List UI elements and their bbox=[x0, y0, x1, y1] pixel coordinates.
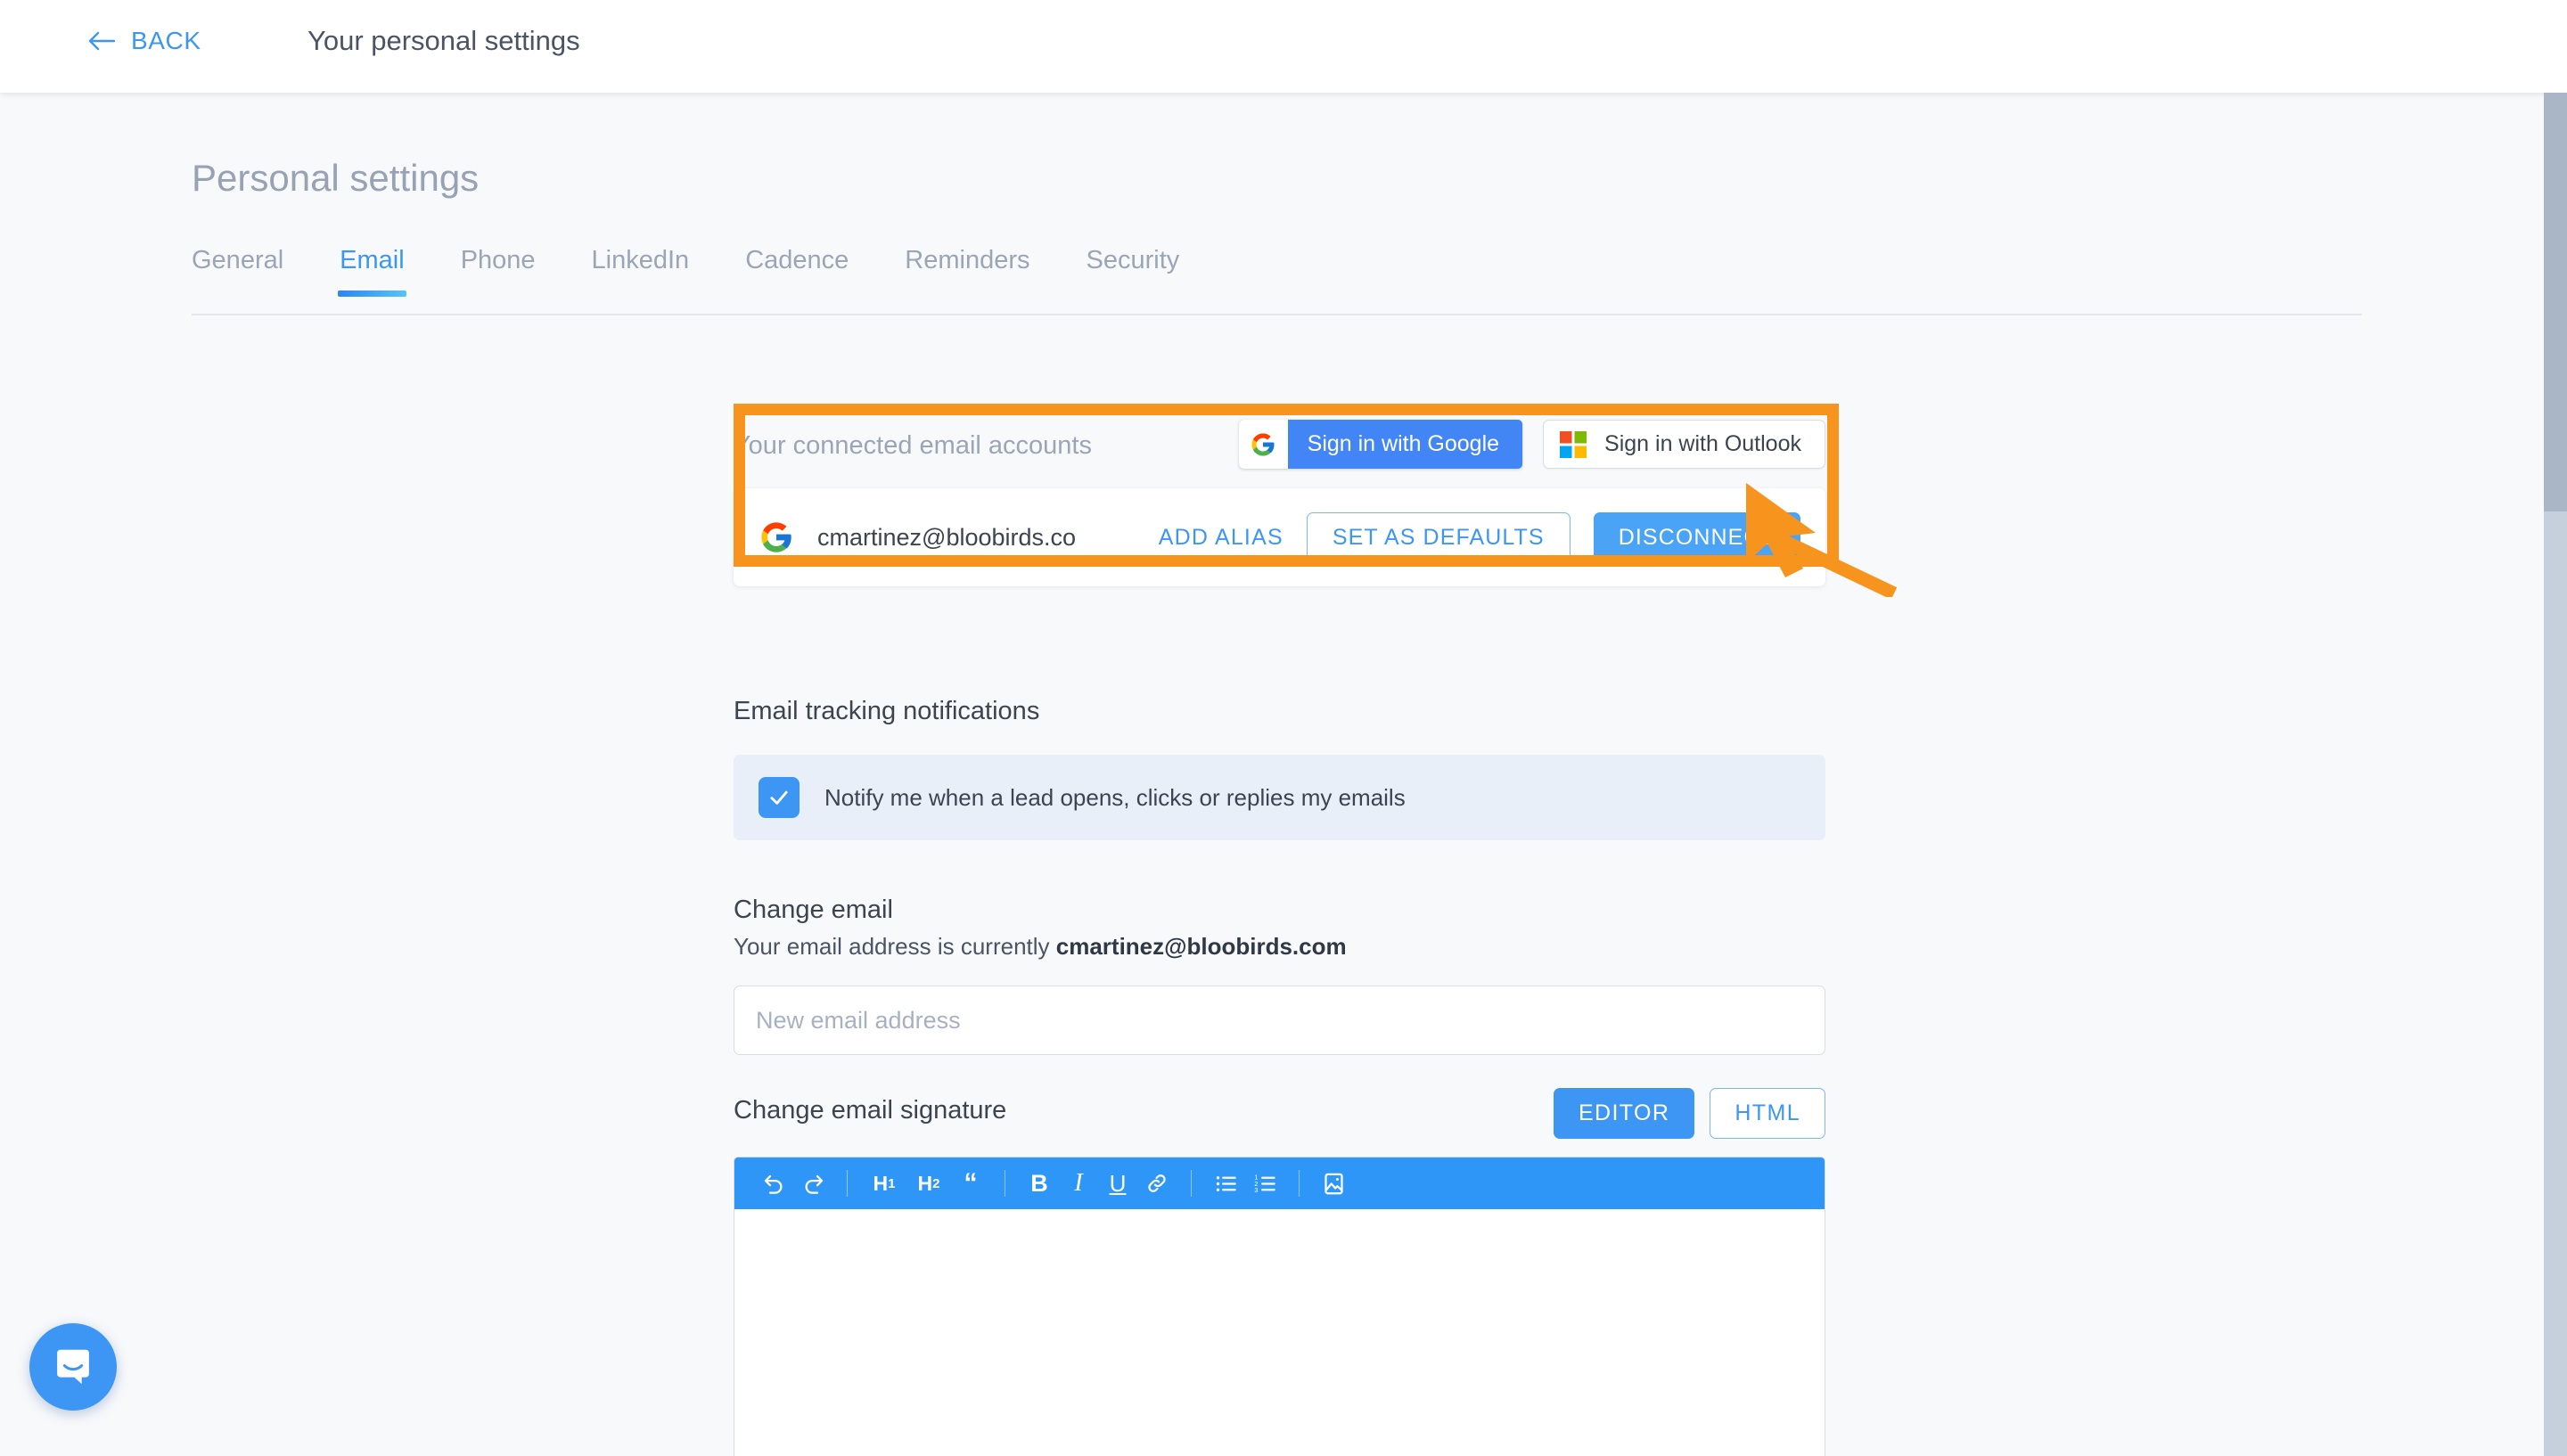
undo-icon[interactable] bbox=[754, 1164, 793, 1203]
settings-tabs: General Email Phone LinkedIn Cadence Rem… bbox=[192, 246, 2362, 315]
toolbar-divider bbox=[1299, 1170, 1300, 1197]
blockquote-icon[interactable]: “ bbox=[951, 1164, 990, 1203]
sign-in-with-outlook-label: Sign in with Outlook bbox=[1604, 431, 1801, 456]
email-tracking-heading: Email tracking notifications bbox=[734, 697, 1040, 725]
connected-accounts-header: Your connected email accounts Sign in wi… bbox=[734, 420, 1825, 478]
intercom-messenger-button[interactable] bbox=[29, 1323, 117, 1411]
add-alias-button[interactable]: ADD ALIAS bbox=[1159, 525, 1284, 551]
microsoft-logo-icon bbox=[1560, 430, 1587, 458]
tab-general[interactable]: General bbox=[192, 246, 283, 295]
back-button[interactable]: BACK bbox=[86, 27, 201, 55]
tab-cadence[interactable]: Cadence bbox=[745, 246, 849, 295]
redo-icon[interactable] bbox=[793, 1164, 832, 1203]
app-header: BACK Your personal settings bbox=[0, 0, 2567, 93]
toolbar-divider bbox=[847, 1170, 848, 1197]
tab-linkedin[interactable]: LinkedIn bbox=[592, 246, 690, 295]
heading-1-icon[interactable]: H1 bbox=[862, 1164, 906, 1203]
email-tracking-card: Notify me when a lead opens, clicks or r… bbox=[734, 755, 1825, 840]
connected-account-email: cmartinez@bloobirds.co bbox=[817, 523, 1077, 551]
sign-in-with-google-label: Sign in with Google bbox=[1307, 431, 1500, 456]
back-button-label: BACK bbox=[131, 27, 201, 54]
page-body: Personal settings General Email Phone Li… bbox=[0, 93, 2567, 1456]
svg-text:3: 3 bbox=[1254, 1185, 1258, 1193]
email-signature-header: Change email signature EDITOR HTML bbox=[734, 1088, 1825, 1146]
connected-accounts-card: cmartinez@bloobirds.co ADD ALIAS SET AS … bbox=[734, 488, 1825, 586]
numbered-list-icon[interactable]: 1 2 3 bbox=[1245, 1164, 1284, 1203]
change-email-heading: Change email bbox=[734, 896, 893, 924]
editor-mode-button[interactable]: EDITOR bbox=[1553, 1088, 1695, 1139]
heading-2-icon[interactable]: H2 bbox=[906, 1164, 951, 1203]
tab-phone[interactable]: Phone bbox=[461, 246, 536, 295]
notify-me-checkbox[interactable] bbox=[759, 777, 800, 818]
change-email-section: Change email Your email address is curre… bbox=[734, 896, 1825, 1055]
connected-account-actions: ADD ALIAS SET AS DEFAULTS DISCONNECT bbox=[1159, 511, 1800, 563]
current-email-line: Your email address is currently cmartine… bbox=[734, 933, 1825, 961]
tab-security[interactable]: Security bbox=[1087, 246, 1180, 295]
underline-icon[interactable]: U bbox=[1098, 1164, 1137, 1203]
sign-in-with-outlook-button[interactable]: Sign in with Outlook bbox=[1543, 420, 1825, 469]
italic-icon[interactable]: I bbox=[1059, 1164, 1098, 1203]
current-email-prefix: Your email address is currently bbox=[734, 933, 1056, 960]
signature-editor: H1 H2 “ B I U 1 2 3 bbox=[734, 1157, 1825, 1456]
notify-me-label: Notify me when a lead opens, clicks or r… bbox=[824, 783, 1406, 811]
email-settings-content: Your connected email accounts Sign in wi… bbox=[734, 420, 1825, 1456]
intercom-messenger-icon bbox=[51, 1345, 95, 1389]
google-logo-icon bbox=[759, 519, 794, 555]
current-email-value: cmartinez@bloobirds.com bbox=[1055, 933, 1347, 960]
new-email-input[interactable] bbox=[734, 986, 1825, 1055]
check-icon bbox=[770, 790, 788, 805]
signature-editor-body[interactable] bbox=[734, 1209, 1825, 1456]
tab-reminders[interactable]: Reminders bbox=[905, 246, 1029, 295]
arrow-left-icon bbox=[86, 29, 117, 53]
tab-email[interactable]: Email bbox=[338, 246, 406, 297]
connected-accounts-heading: Your connected email accounts bbox=[734, 431, 1092, 460]
set-as-defaults-button[interactable]: SET AS DEFAULTS bbox=[1306, 511, 1571, 563]
google-logo-icon bbox=[1238, 420, 1288, 469]
email-tracking-section: Email tracking notifications Notify me w… bbox=[734, 697, 1825, 840]
page-scrollbar-thumb[interactable] bbox=[2544, 93, 2567, 511]
bullet-list-icon[interactable] bbox=[1206, 1164, 1245, 1203]
toolbar-divider bbox=[1191, 1170, 1192, 1197]
bold-icon[interactable]: B bbox=[1020, 1164, 1059, 1203]
connected-account-row: cmartinez@bloobirds.co ADD ALIAS SET AS … bbox=[759, 508, 1800, 567]
insert-image-icon[interactable] bbox=[1314, 1164, 1353, 1203]
html-mode-button[interactable]: HTML bbox=[1710, 1088, 1825, 1139]
signature-mode-toggle: EDITOR HTML bbox=[1553, 1088, 1825, 1139]
page-title: Personal settings bbox=[192, 157, 480, 199]
link-icon[interactable] bbox=[1137, 1164, 1177, 1203]
email-signature-section: Change email signature EDITOR HTML H 1 H… bbox=[734, 1088, 1825, 1456]
header-title: Your personal settings bbox=[308, 25, 580, 56]
signature-editor-toolbar: H1 H2 “ B I U 1 2 3 bbox=[734, 1157, 1825, 1209]
sign-in-with-google-button[interactable]: Sign in with Google bbox=[1238, 420, 1523, 469]
oauth-buttons: Sign in with Google Sign in with Outlook bbox=[1238, 420, 1825, 469]
disconnect-button[interactable]: DISCONNECT bbox=[1593, 511, 1800, 563]
